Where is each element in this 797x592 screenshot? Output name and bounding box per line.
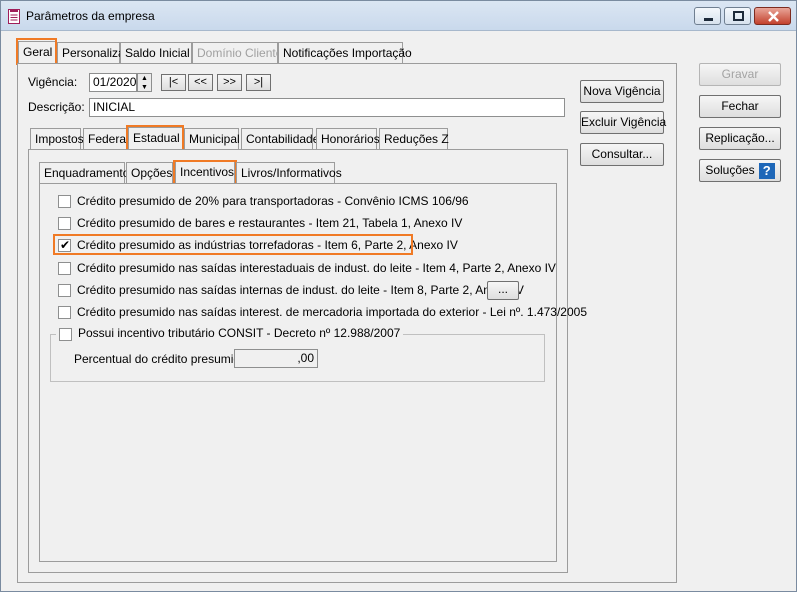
- consit-checkbox[interactable]: [59, 328, 72, 341]
- incentivo-label-importada: Crédito presumido nas saídas interest. d…: [77, 305, 587, 319]
- tab-reducoes-z[interactable]: Reduções Z: [379, 128, 449, 150]
- descricao-input[interactable]: INICIAL: [89, 98, 565, 117]
- window: Parâmetros da empresa Geral Personaliza …: [0, 0, 797, 592]
- vigencia-label: Vigência:: [28, 75, 78, 89]
- maximize-button[interactable]: [724, 7, 751, 25]
- close-button[interactable]: [754, 7, 791, 25]
- spin-up-icon[interactable]: ▲: [138, 74, 151, 83]
- nova-vigencia-button[interactable]: Nova Vigência: [580, 80, 664, 103]
- tab-municipal[interactable]: Municipal: [184, 128, 240, 150]
- incentivo-checkbox-importada[interactable]: [58, 306, 71, 319]
- tab-livros-informativos[interactable]: Livros/Informativos: [236, 162, 342, 184]
- torrefadoras-highlight: [53, 234, 413, 255]
- tab-enquadramento[interactable]: Enquadramento: [39, 162, 129, 184]
- tab-personaliza[interactable]: Personaliza: [57, 42, 125, 64]
- percentual-input[interactable]: ,00: [234, 349, 318, 368]
- consit-label: Possui incentivo tributário CONSIT - Dec…: [78, 326, 401, 340]
- help-icon: ?: [758, 162, 775, 179]
- percentual-label: Percentual do crédito presumido:: [74, 352, 251, 366]
- vigencia-input[interactable]: 01/2020: [89, 73, 137, 92]
- vigencia-spinner[interactable]: ▲ ▼: [137, 73, 152, 92]
- spin-down-icon[interactable]: ▼: [138, 83, 151, 92]
- first-button[interactable]: |<: [161, 74, 186, 91]
- tab-notificacoes-importacao[interactable]: Notificações Importação: [278, 42, 412, 64]
- tab-geral-highlight: [16, 38, 57, 65]
- descricao-label: Descrição:: [28, 100, 85, 114]
- close-icon: [768, 11, 779, 22]
- incentivo-checkbox-leite-interestaduais[interactable]: [58, 262, 71, 275]
- window-title: Parâmetros da empresa: [26, 9, 155, 23]
- tab-contabilidade[interactable]: Contabilidade: [241, 128, 319, 150]
- tab-dominio-cliente[interactable]: Domínio Cliente: [192, 42, 282, 64]
- incentivo-label-transportadoras: Crédito presumido de 20% para transporta…: [77, 194, 469, 208]
- replicacao-button[interactable]: Replicação...: [699, 127, 781, 150]
- tab-saldo-inicial[interactable]: Saldo Inicial: [120, 42, 192, 64]
- next-button[interactable]: >>: [217, 74, 242, 91]
- tab-estadual-highlight: [126, 125, 184, 151]
- excluir-vigencia-button[interactable]: Excluir Vigência: [580, 111, 666, 134]
- maximize-icon: [733, 11, 744, 21]
- incentivo-checkbox-leite-internas[interactable]: [58, 284, 71, 297]
- incentivo-checkbox-bares[interactable]: [58, 217, 71, 230]
- fechar-button[interactable]: Fechar: [699, 95, 781, 118]
- consultar-button[interactable]: Consultar...: [580, 143, 664, 166]
- incentivo-label-bares: Crédito presumido de bares e restaurante…: [77, 216, 463, 230]
- prev-button[interactable]: <<: [188, 74, 213, 91]
- last-button[interactable]: >|: [246, 74, 271, 91]
- minimize-button[interactable]: [694, 7, 721, 25]
- tab-honorarios[interactable]: Honorários: [316, 128, 380, 150]
- incentivo-label-leite-interestaduais: Crédito presumido nas saídas interestadu…: [77, 261, 556, 275]
- tab-federal[interactable]: Federal: [83, 128, 129, 150]
- title-bar[interactable]: Parâmetros da empresa: [1, 1, 796, 31]
- document-icon: [8, 9, 20, 24]
- leite-internas-ellipsis-button[interactable]: ...: [487, 281, 519, 300]
- incentivo-checkbox-transportadoras[interactable]: [58, 195, 71, 208]
- solucoes-label: Soluções: [705, 163, 755, 177]
- tab-incentivos-highlight: [173, 160, 237, 185]
- incentivo-label-leite-internas: Crédito presumido nas saídas internas de…: [77, 283, 524, 297]
- consit-header: Possui incentivo tributário CONSIT - Dec…: [56, 326, 404, 342]
- solucoes-button[interactable]: Soluções?: [699, 159, 781, 182]
- tab-opcoes[interactable]: Opções: [126, 162, 173, 184]
- gravar-button[interactable]: Gravar: [699, 63, 781, 86]
- minimize-icon: [704, 18, 713, 21]
- tab-impostos[interactable]: Impostos: [30, 128, 84, 150]
